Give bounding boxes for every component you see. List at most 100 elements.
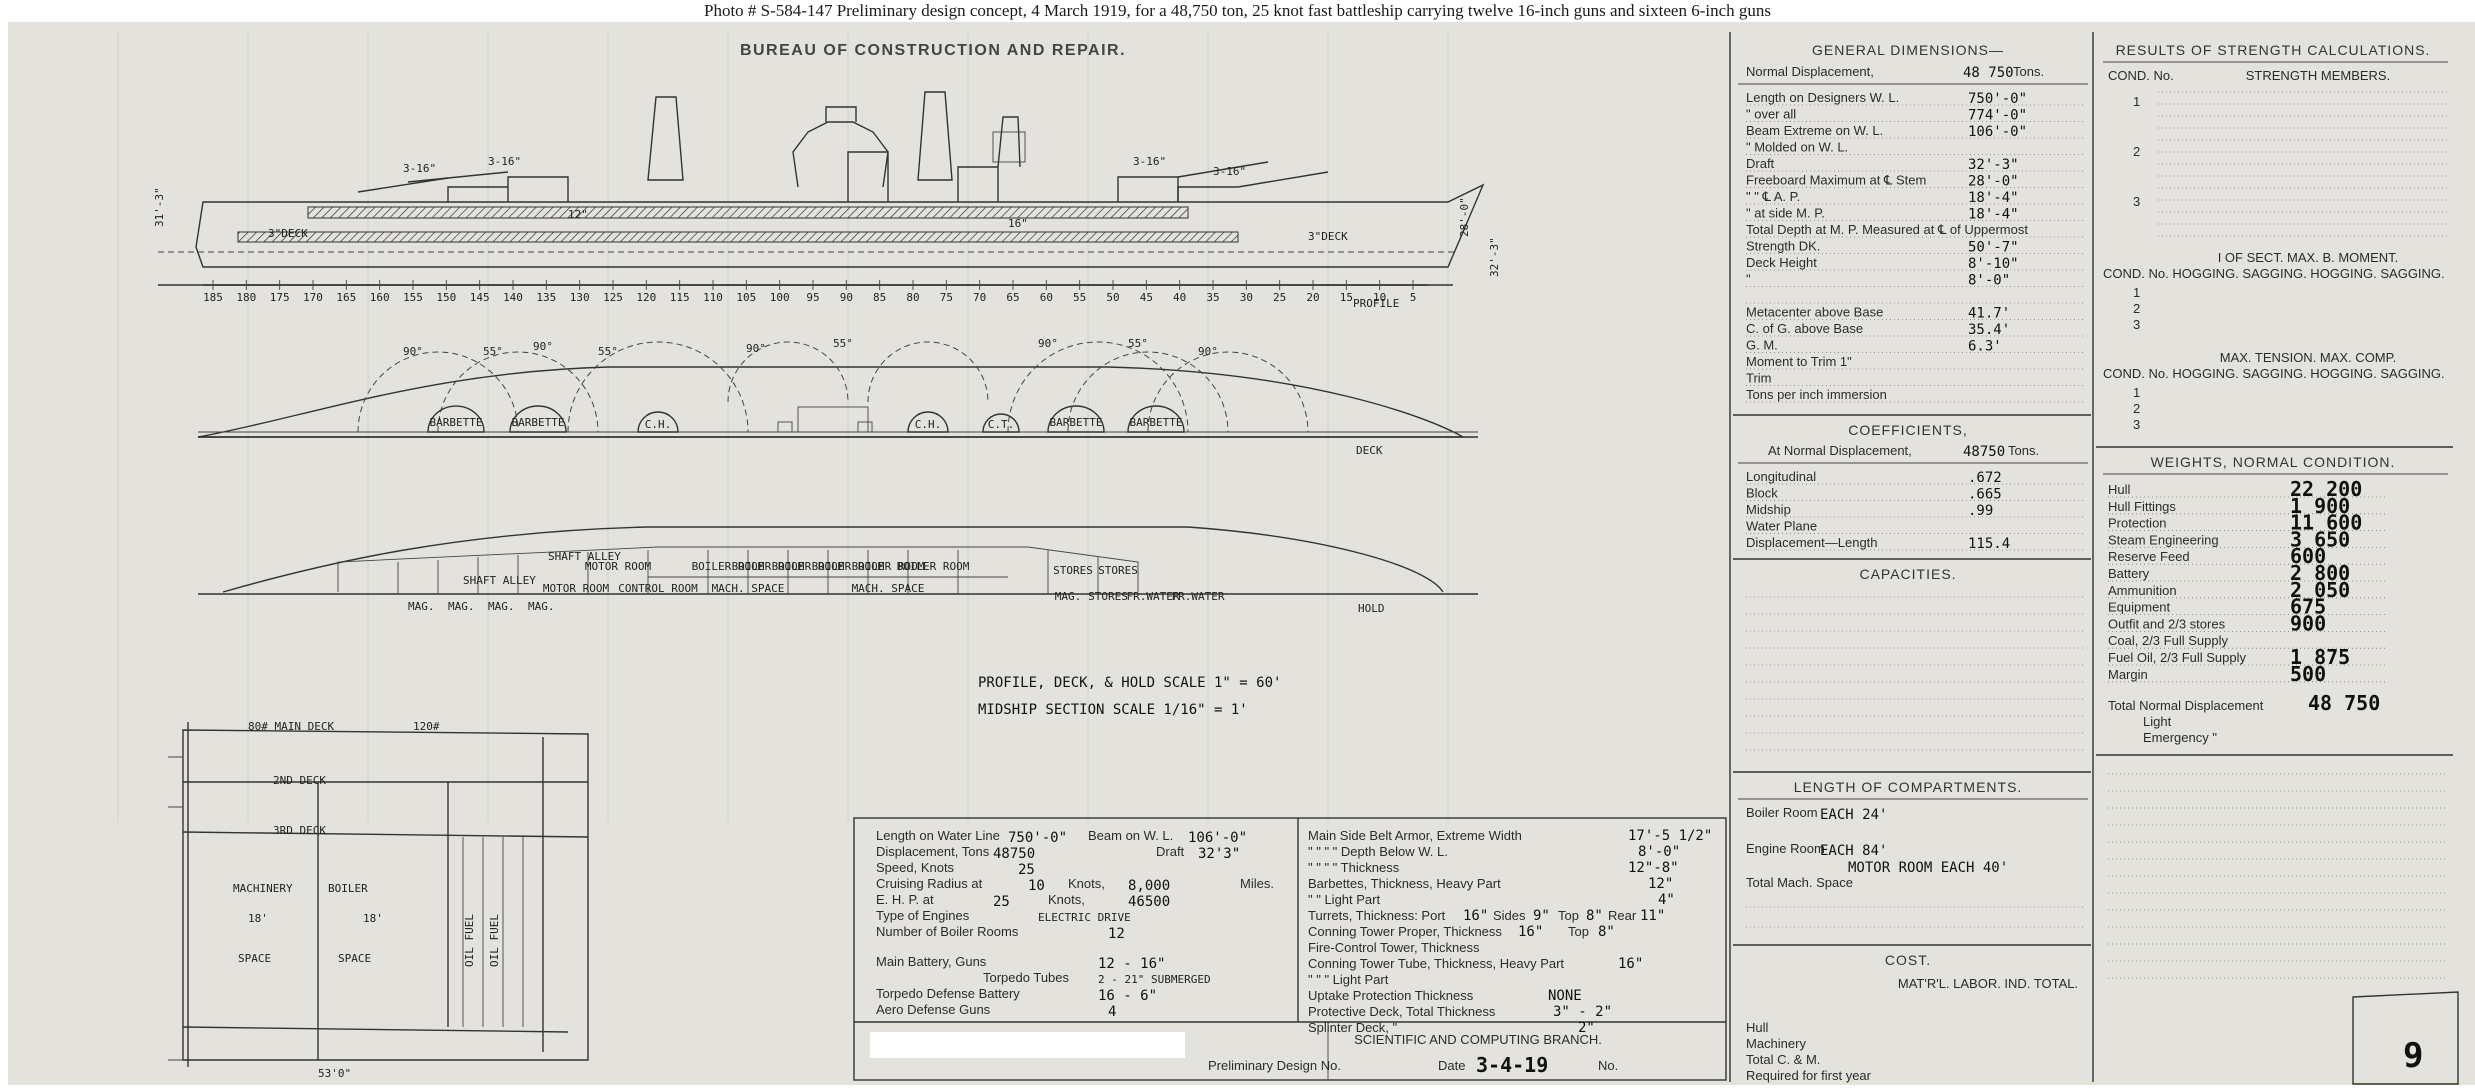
column-label: COND. No. — [2108, 68, 2174, 83]
spec-value: 8'-0" — [1638, 844, 1680, 860]
frame-number: 55 — [1073, 291, 1086, 304]
spec-value: 2 - 21" SUBMERGED — [1098, 973, 1211, 986]
dimension-value: 28'-0" — [1968, 174, 2019, 190]
spec-label: Main Battery, Guns — [876, 954, 987, 969]
section-label: MACHINERY — [233, 882, 293, 895]
data-panel-right: RESULTS OF STRENGTH CALCULATIONS. COND. … — [2096, 42, 2459, 1085]
hold-label: FR.WATER — [1172, 590, 1225, 603]
profile-view: 3-16" 3-16" 3-16" 3-16" 3"DECK 3"DECK 12… — [153, 91, 1501, 310]
row-label: Emergency " — [2143, 730, 2217, 745]
capacities-lines — [1746, 596, 2083, 751]
frame-number: 15 — [1340, 291, 1353, 304]
spec-value: 32'3" — [1198, 846, 1240, 862]
spec-label: Barbettes, Thickness, Heavy Part — [1308, 876, 1501, 891]
dimension-label: " Molded on W. L. — [1746, 140, 1848, 155]
cost-row: Machinery — [1746, 1036, 1806, 1051]
cond-number: 3 — [2133, 194, 2140, 209]
spec-value: 3" - 2" — [1553, 1004, 1612, 1020]
frame-number: 75 — [940, 291, 953, 304]
dimension-value: 35.4' — [1968, 322, 2010, 338]
weight-label: Reserve Feed — [2108, 549, 2190, 564]
weight-label: Protection — [2108, 516, 2167, 531]
frame-number: 175 — [270, 291, 290, 304]
left-spec-rows: Length on Water Line 750'-0" Beam on W. … — [876, 828, 1274, 1020]
weights-rows: Hull 22 200Hull Fittings 1 900Protection 11… — [2108, 477, 2388, 686]
cost-row: Hull — [1746, 1020, 1769, 1035]
frame-number: 60 — [1040, 291, 1053, 304]
hold-label: MAG. — [1055, 590, 1082, 603]
svg-text:28'-0": 28'-0" — [1458, 197, 1471, 237]
frame-number: 150 — [436, 291, 456, 304]
cond-number: 2 — [2133, 301, 2140, 316]
spec-label: Torpedo Tubes — [983, 970, 1070, 985]
dimension-label: Moment to Trim 1" — [1746, 354, 1852, 369]
hold-label: MACH. SPACE — [852, 582, 925, 595]
frame-number: 50 — [1106, 291, 1119, 304]
frame-number: 165 — [336, 291, 356, 304]
cost-row: Total C. & M. — [1746, 1052, 1820, 1067]
hold-label: MOTOR ROOM — [543, 582, 610, 595]
hold-label: BOILER ROOM — [897, 560, 970, 573]
total-value: 48 750 — [2308, 691, 2380, 715]
spec-label: Aero Defense Guns — [876, 1002, 991, 1017]
spec-label: Speed, Knots — [876, 860, 955, 875]
dimension-value: 18'-4" — [1968, 190, 2019, 206]
frame-number: 130 — [570, 291, 590, 304]
scale-note-2: MIDSHIP SECTION SCALE 1/16" = 1' — [978, 702, 1248, 718]
spec-label: Beam on W. L. — [1088, 828, 1173, 843]
frame-number: 5 — [1410, 291, 1417, 304]
spec-value: 16 - 6" — [1098, 988, 1157, 1004]
svg-text:3-16": 3-16" — [403, 162, 436, 175]
frame-number: 145 — [470, 291, 490, 304]
spec-value: 46500 — [1128, 894, 1170, 910]
section-label: 120# — [413, 720, 440, 733]
row-value: EACH 24' — [1820, 807, 1887, 823]
hold-label: MOTOR ROOM — [585, 560, 652, 573]
dimension-label: " at side M. P. — [1746, 206, 1825, 221]
dimension-label: Tons per inch immersion — [1746, 387, 1887, 402]
frame-number: 85 — [873, 291, 886, 304]
dimension-label: " " ℄ A. P. — [1746, 189, 1800, 204]
section-label: 3RD DECK — [273, 824, 326, 837]
blueprint-sheet: BUREAU OF CONSTRUCTION AND REPAIR. 3-16"… — [8, 22, 2475, 1085]
spec-value: 12 - 16" — [1098, 956, 1165, 972]
deck-label: C.H. — [915, 418, 942, 431]
spec-label: Top — [1568, 924, 1589, 939]
row-value: EACH 84' — [1820, 843, 1887, 859]
section-heading: WEIGHTS, NORMAL CONDITION. — [2151, 454, 2396, 470]
frame-number: 70 — [973, 291, 986, 304]
general-dimensions-rows: Length on Designers W. L. 750'-0" " over a… — [1746, 90, 2083, 403]
column-label: I OF SECT. MAX. B. MOMENT. — [2218, 250, 2399, 265]
dimension-label: Freeboard Maximum at ℄ Stem — [1746, 173, 1926, 188]
dimension-label: Strength DK. — [1746, 239, 1820, 254]
design-no-label: Preliminary Design No. — [1208, 1058, 1341, 1073]
dimension-label: Trim — [1746, 371, 1772, 386]
spec-value: 25 — [1018, 862, 1035, 878]
coefficient-value: 115.4 — [1968, 536, 2010, 552]
spec-value: NONE — [1548, 988, 1582, 1004]
dimension-value: 106'-0" — [1968, 124, 2027, 140]
frame-number: 120 — [636, 291, 656, 304]
svg-text:3"DECK: 3"DECK — [268, 227, 308, 240]
dimension-label: Draft — [1746, 156, 1775, 171]
hold-label: CONTROL ROOM — [618, 582, 698, 595]
dimension-value: 18'-4" — [1968, 207, 2019, 223]
section-heading: LENGTH OF COMPARTMENTS. — [1794, 779, 2023, 795]
weight-label: Hull Fittings — [2108, 499, 2176, 514]
spec-label: Draft — [1156, 844, 1185, 859]
spec-label: " " Light Part — [1308, 892, 1380, 907]
dimension-label: " over all — [1746, 107, 1796, 122]
spec-label: Uptake Protection Thickness — [1308, 988, 1474, 1003]
hold-label: STORES — [1088, 590, 1128, 603]
frame-number: 95 — [806, 291, 819, 304]
column-label: MAX. TENSION. MAX. COMP. — [2220, 350, 2397, 365]
frame-number: 140 — [503, 291, 523, 304]
frame-number: 170 — [303, 291, 323, 304]
cost-row: Required for first year — [1746, 1068, 1872, 1083]
strength-lines — [2158, 91, 2448, 237]
spec-label: Knots, — [1068, 876, 1105, 891]
dimension-value: 8'-10" — [1968, 256, 2019, 272]
frame-number: 105 — [736, 291, 756, 304]
hold-label: MAG. — [448, 600, 475, 613]
section-heading: RESULTS OF STRENGTH CALCULATIONS. — [2116, 42, 2431, 58]
